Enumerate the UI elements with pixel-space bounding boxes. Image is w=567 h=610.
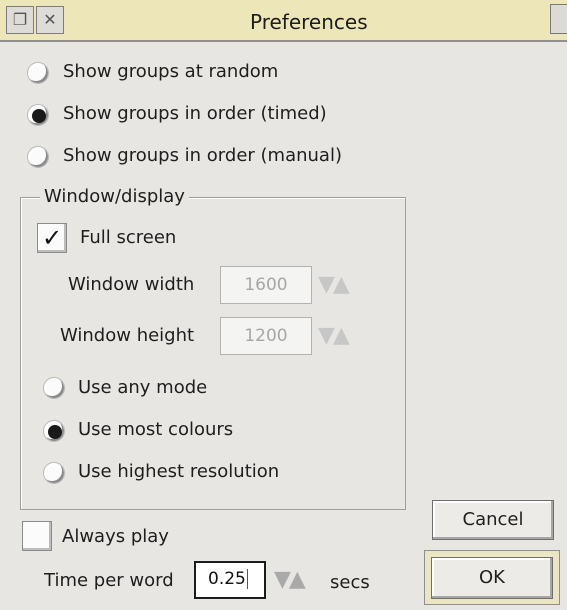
radio-use-most-colours[interactable] <box>43 420 65 442</box>
radio-use-highest-resolution[interactable] <box>43 462 65 484</box>
full-screen-checkbox[interactable]: ✓ <box>37 223 67 253</box>
window-width-field[interactable]: 1600 <box>220 266 312 304</box>
ok-button[interactable]: OK <box>431 557 553 599</box>
window-height-label: Window height <box>60 325 195 346</box>
always-play-checkbox[interactable] <box>22 521 52 551</box>
text-caret <box>246 569 248 589</box>
full-screen-label: Full screen <box>80 227 177 248</box>
secs-label: secs <box>330 572 370 593</box>
window-width-label: Window width <box>68 274 195 295</box>
radio-show-ordered-timed[interactable] <box>27 104 49 126</box>
radio-show-ordered-manual[interactable] <box>27 146 49 168</box>
group-label: Window/display <box>40 186 189 207</box>
radio-show-random[interactable] <box>27 62 49 84</box>
option-manual-label: Show groups in order (manual) <box>63 145 342 166</box>
time-per-word-field[interactable]: 0.25 <box>194 561 266 599</box>
window-width-stepper[interactable]: ▼▲ <box>318 272 350 297</box>
cancel-button[interactable]: Cancel <box>432 500 554 540</box>
back-icon[interactable]: ❐ <box>6 6 34 34</box>
mode-colours-label: Use most colours <box>78 419 234 440</box>
option-timed-label: Show groups in order (timed) <box>63 103 327 124</box>
time-per-word-value: 0.25 <box>208 569 246 589</box>
always-play-label: Always play <box>62 526 169 547</box>
time-per-word-label: Time per word <box>44 570 174 591</box>
time-per-word-stepper[interactable]: ▼▲ <box>274 567 306 592</box>
option-random-label: Show groups at random <box>63 61 279 82</box>
radio-use-any-mode[interactable] <box>43 377 65 399</box>
mode-resolution-label: Use highest resolution <box>78 461 280 482</box>
toggle-size-icon[interactable] <box>550 4 567 34</box>
window-height-field[interactable]: 1200 <box>220 317 312 355</box>
mode-any-label: Use any mode <box>78 377 208 398</box>
window-height-stepper[interactable]: ▼▲ <box>318 323 350 348</box>
close-icon[interactable]: ✕ <box>36 6 64 34</box>
window-title: Preferences <box>250 10 368 34</box>
